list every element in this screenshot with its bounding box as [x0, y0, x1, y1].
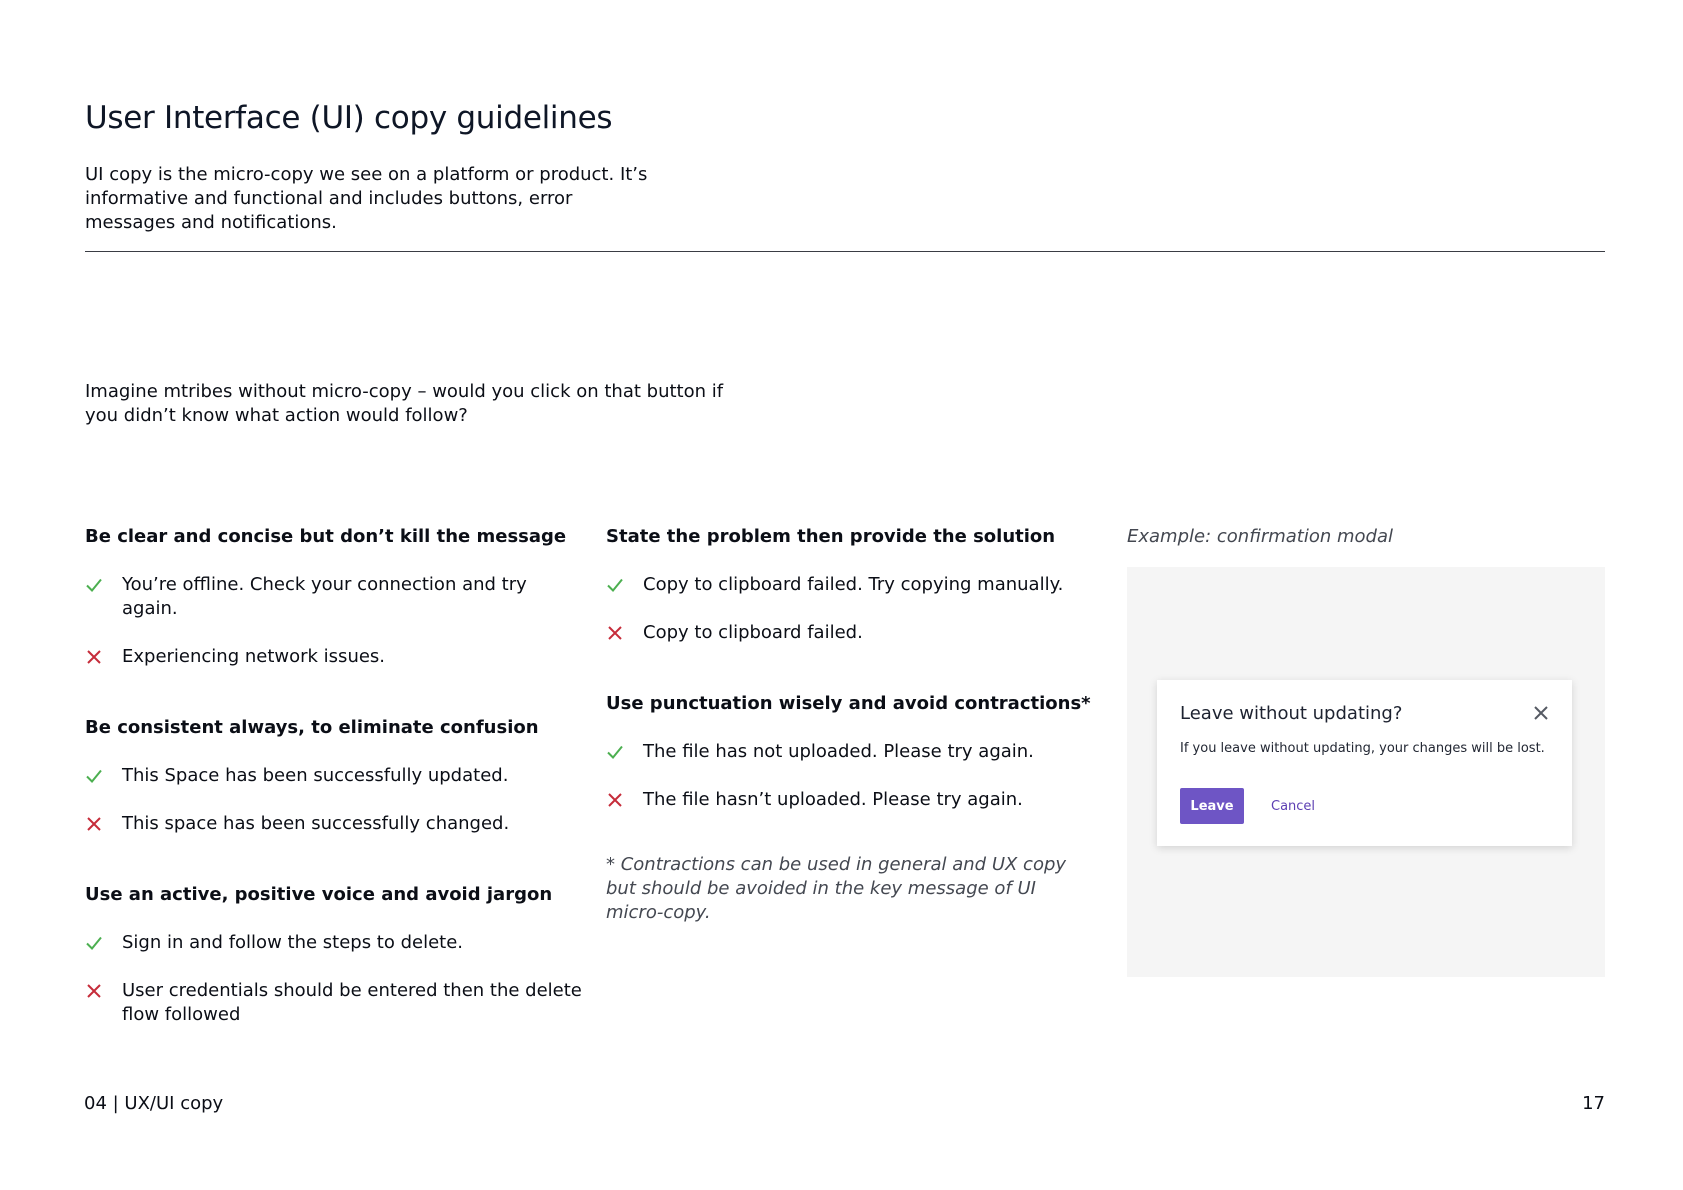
bad-example: The file hasn’t uploaded. Please try aga…: [606, 788, 1106, 812]
guideline-section: Use an active, positive voice and avoid …: [85, 883, 585, 1027]
footer-section-label: 04 | UX/UI copy: [84, 1093, 224, 1114]
header-divider: [85, 251, 1605, 252]
example-caption: Example: confirmation modal: [1127, 526, 1393, 547]
cross-icon: [87, 984, 101, 998]
bad-example-text: Copy to clipboard failed.: [643, 622, 863, 643]
bad-example: This space has been successfully changed…: [85, 812, 585, 836]
page-number: 17: [1582, 1093, 1605, 1114]
cross-icon: [87, 650, 101, 664]
bad-example: Experiencing network issues.: [85, 645, 585, 669]
guideline-heading: Be clear and concise but don’t kill the …: [85, 526, 567, 547]
cross-icon: [608, 626, 622, 640]
cross-icon: [87, 817, 101, 831]
bad-example-text: User credentials should be entered then …: [122, 980, 582, 1025]
bad-example: User credentials should be entered then …: [85, 979, 585, 1027]
guideline-section: Be consistent always, to eliminate confu…: [85, 716, 585, 836]
good-example: The file has not uploaded. Please try ag…: [606, 740, 1106, 764]
good-example: You’re offline. Check your connection an…: [85, 573, 585, 621]
bad-example-text: The file hasn’t uploaded. Please try aga…: [643, 789, 1023, 810]
bad-example-text: Experiencing network issues.: [122, 646, 386, 667]
guideline-heading: Be consistent always, to eliminate confu…: [85, 717, 539, 738]
good-example-text: You’re offline. Check your connection an…: [122, 574, 527, 619]
good-example: Sign in and follow the steps to delete.: [85, 931, 585, 955]
guideline-heading: Use punctuation wisely and avoid contrac…: [606, 693, 1091, 714]
bad-example: Copy to clipboard failed.: [606, 621, 1106, 645]
guideline-heading: Use an active, positive voice and avoid …: [85, 884, 553, 905]
lead-paragraph: Imagine mtribes without micro-copy – wou…: [85, 381, 724, 426]
check-icon: [607, 745, 623, 759]
guidelines-column-left: Be clear and concise but don’t kill the …: [85, 525, 585, 1074]
modal-title: Leave without updating?: [1180, 703, 1403, 724]
good-example-text: This Space has been successfully updated…: [122, 765, 509, 786]
good-example-text: Sign in and follow the steps to delete.: [122, 932, 464, 953]
contractions-footnote: * Contractions can be used in general an…: [606, 854, 1067, 923]
guideline-section: State the problem then provide the solut…: [606, 525, 1106, 645]
good-example-text: The file has not uploaded. Please try ag…: [643, 741, 1034, 762]
guidelines-column-middle: State the problem then provide the solut…: [606, 525, 1106, 925]
good-example: This Space has been successfully updated…: [85, 764, 585, 788]
example-panel: Leave without updating? If you leave wit…: [1127, 567, 1605, 977]
cross-icon: [608, 793, 622, 807]
check-icon: [86, 578, 102, 592]
confirmation-modal: Leave without updating? If you leave wit…: [1157, 680, 1572, 846]
bad-example-text: This space has been successfully changed…: [122, 813, 510, 834]
check-icon: [86, 769, 102, 783]
cancel-button[interactable]: Cancel: [1267, 788, 1319, 824]
page-title: User Interface (UI) copy guidelines: [85, 100, 613, 136]
leave-button[interactable]: Leave: [1180, 788, 1244, 824]
check-icon: [86, 936, 102, 950]
guideline-heading: State the problem then provide the solut…: [606, 526, 1056, 547]
close-icon[interactable]: [1532, 704, 1550, 722]
check-icon: [607, 578, 623, 592]
good-example-text: Copy to clipboard failed. Try copying ma…: [643, 574, 1064, 595]
intro-paragraph: UI copy is the micro-copy we see on a pl…: [85, 164, 648, 233]
guideline-section: Be clear and concise but don’t kill the …: [85, 525, 585, 669]
modal-body: If you leave without updating, your chan…: [1180, 741, 1545, 756]
good-example: Copy to clipboard failed. Try copying ma…: [606, 573, 1106, 597]
guideline-section: Use punctuation wisely and avoid contrac…: [606, 692, 1106, 812]
